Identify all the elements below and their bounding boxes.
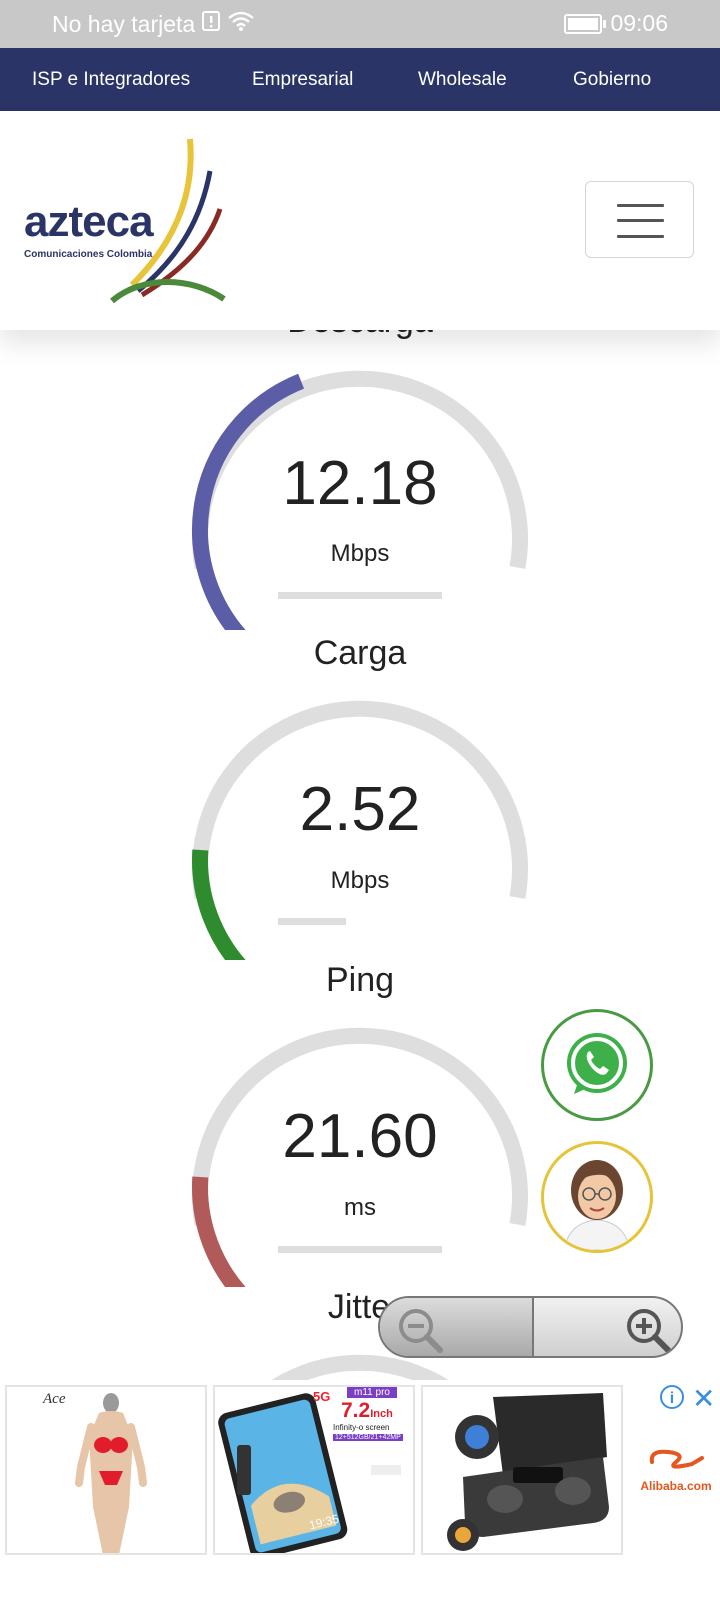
zoom-control — [378, 1296, 683, 1358]
gauge-unit: Mbps — [330, 540, 390, 567]
wifi-icon — [227, 10, 255, 38]
nav-isp[interactable]: ISP e Integradores — [32, 69, 190, 91]
ad-banner: Ace 5G m11 pro 7.2Inch Infinity-o screen… — [0, 1380, 720, 1560]
gauge-progress-bar — [278, 592, 442, 599]
ad-model-label: m11 pro — [347, 1387, 397, 1398]
hamburger-line — [617, 219, 664, 222]
ad-5g-badge: 5G — [313, 1389, 331, 1404]
zoom-out-button[interactable] — [380, 1298, 534, 1356]
nav-empresarial[interactable]: Empresarial — [252, 69, 353, 91]
ad-item-swimsuit[interactable]: Ace — [5, 1385, 207, 1555]
ad-screen-unit: Inch — [370, 1408, 393, 1420]
ad-specs: 12+512GB/21+42MP — [333, 1434, 403, 1441]
ad-subtitle: Infinity-o screen — [333, 1423, 390, 1432]
gauge-progress-bar — [278, 1246, 442, 1253]
support-agent-button[interactable] — [541, 1141, 653, 1253]
zoom-in-icon — [627, 1309, 671, 1353]
earbuds-product-image — [447, 1393, 609, 1551]
gauge-progress-bar — [278, 918, 346, 925]
alibaba-logo-icon — [649, 1449, 704, 1469]
ad-brand-label: Ace — [43, 1391, 66, 1407]
gauge-value: 12.18 — [282, 449, 438, 518]
gauge-unit: Mbps — [330, 867, 390, 894]
nav-gobierno[interactable]: Gobierno — [573, 69, 651, 91]
ad-item-earbuds[interactable] — [421, 1385, 623, 1555]
ad-screen-value: 7.2 — [341, 1399, 371, 1422]
status-bar: No hay tarjeta 09:06 — [0, 0, 720, 48]
swimsuit-product-image — [75, 1393, 147, 1553]
gauge-label: Carga — [313, 634, 407, 672]
close-icon[interactable]: ✕ — [692, 1382, 715, 1415]
info-icon[interactable]: i — [660, 1385, 684, 1409]
ad-item-smartphone[interactable]: 5G m11 pro 7.2Inch Infinity-o screen 12+… — [213, 1385, 415, 1555]
advertiser-name: Alibaba.com — [640, 1479, 712, 1493]
advertiser-logo[interactable]: Alibaba.com — [636, 1444, 716, 1493]
sim-alert-icon — [201, 10, 221, 38]
logo-wordmark: azteca — [24, 197, 154, 246]
azteca-logo[interactable]: azteca Comunicaciones Colombia — [22, 135, 232, 311]
hamburger-line — [617, 235, 664, 238]
ad-screen-size: 7.2Inch — [341, 1399, 393, 1423]
top-nav: ISP e Integradores Empresarial Wholesale… — [0, 48, 720, 111]
logo-subtitle: Comunicaciones Colombia — [24, 249, 153, 260]
zoom-in-button[interactable] — [532, 1298, 681, 1356]
hamburger-icon — [617, 204, 664, 207]
status-left: No hay tarjeta — [52, 10, 255, 38]
carrier-text: No hay tarjeta — [52, 10, 196, 37]
gauge-label: Ping — [325, 961, 395, 999]
zoom-out-icon — [399, 1309, 443, 1353]
status-right: 09:06 — [564, 10, 668, 37]
support-agent-avatar — [563, 1160, 631, 1250]
menu-button[interactable] — [585, 181, 694, 258]
clock-text: 09:06 — [610, 10, 668, 36]
whatsapp-button[interactable] — [541, 1009, 653, 1121]
whatsapp-icon — [567, 1033, 627, 1094]
site-header: azteca Comunicaciones Colombia — [0, 111, 720, 330]
gauge-value: 2.52 — [299, 775, 421, 844]
nav-wholesale[interactable]: Wholesale — [418, 69, 507, 91]
battery-icon — [564, 13, 607, 34]
